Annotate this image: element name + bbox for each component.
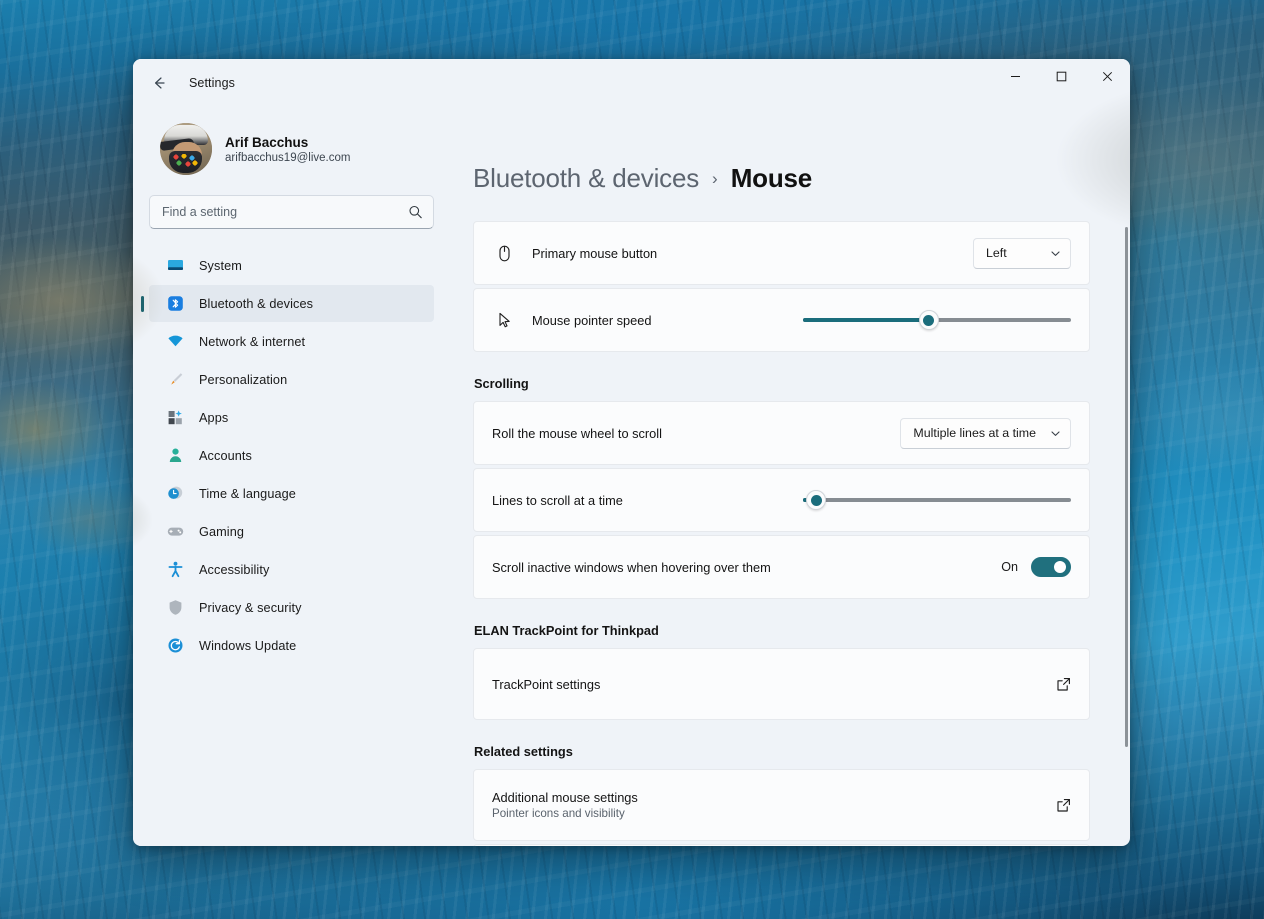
wheel-scroll-row: Roll the mouse wheel to scroll Multiple … — [473, 401, 1090, 465]
sidebar-item-system[interactable]: System — [149, 247, 434, 284]
elan-trackpoint-heading: ELAN TrackPoint for Thinkpad — [474, 623, 659, 638]
sidebar-item-bluetooth-devices[interactable]: Bluetooth & devices — [149, 285, 434, 322]
window-controls — [992, 59, 1130, 107]
wifi-icon — [166, 333, 184, 351]
sidebar-item-accessibility[interactable]: Accessibility — [149, 551, 434, 588]
additional-mouse-settings-sublabel: Pointer icons and visibility — [492, 807, 625, 820]
desktop-wallpaper: Settings Arif Bacchus arifbacchus19@live… — [0, 0, 1264, 919]
trackpoint-settings-label: TrackPoint settings — [492, 676, 601, 692]
external-link-icon — [1056, 677, 1071, 692]
scroll-inactive-toggle[interactable] — [1031, 557, 1071, 577]
avatar — [160, 123, 212, 175]
primary-mouse-button-row: Primary mouse button Left — [473, 221, 1090, 285]
scroll-inactive-toggle-state: On — [1001, 560, 1018, 574]
maximize-icon — [1056, 71, 1066, 81]
slider-thumb[interactable] — [806, 490, 827, 510]
account-name: Arif Bacchus — [225, 134, 309, 150]
search-input[interactable] — [149, 195, 434, 229]
accessibility-icon — [166, 561, 184, 579]
primary-mouse-button-label: Primary mouse button — [532, 245, 658, 261]
primary-mouse-button-value: Left — [986, 246, 1007, 260]
monitor-icon — [166, 257, 184, 275]
mouse-icon — [492, 244, 516, 263]
breadcrumb-parent[interactable]: Bluetooth & devices — [473, 163, 699, 194]
slider-track — [803, 498, 1071, 502]
scroll-inactive-windows-label: Scroll inactive windows when hovering ov… — [492, 559, 771, 575]
cursor-arrow-icon — [492, 311, 516, 330]
slider-fill — [803, 318, 929, 322]
additional-mouse-settings-row[interactable]: Additional mouse settings Pointer icons … — [473, 769, 1090, 841]
window-title: Settings — [189, 76, 235, 90]
window-titlebar: Settings — [133, 59, 1130, 107]
toggle-knob — [1054, 561, 1066, 573]
close-button[interactable] — [1084, 59, 1130, 93]
sidebar-item-label: Bluetooth & devices — [199, 296, 314, 311]
mouse-pointer-speed-label: Mouse pointer speed — [532, 312, 652, 328]
sidebar-item-accounts[interactable]: Accounts — [149, 437, 434, 474]
apps-grid-icon — [166, 409, 184, 427]
lines-to-scroll-label: Lines to scroll at a time — [492, 492, 623, 508]
content-scrollbar[interactable] — [1125, 227, 1128, 747]
settings-window: Settings Arif Bacchus arifbacchus19@live… — [133, 59, 1130, 846]
account-section[interactable]: Arif Bacchus arifbacchus19@live.com — [149, 107, 434, 183]
paintbrush-icon — [166, 371, 184, 389]
sidebar-item-windows-update[interactable]: Windows Update — [149, 627, 434, 664]
sidebar-item-label: Accessibility — [199, 562, 270, 577]
person-icon — [166, 447, 184, 465]
sidebar-item-network-internet[interactable]: Network & internet — [149, 323, 434, 360]
back-button[interactable] — [143, 67, 175, 99]
scrolling-heading: Scrolling — [474, 376, 529, 391]
breadcrumb: Bluetooth & devices › Mouse — [473, 163, 1090, 194]
sidebar-item-label: System — [199, 258, 242, 273]
next-settings-row-partial[interactable] — [473, 844, 1090, 846]
sidebar-item-personalization[interactable]: Personalization — [149, 361, 434, 398]
minimize-icon — [1010, 75, 1020, 77]
clock-globe-icon — [166, 485, 184, 503]
lines-to-scroll-slider[interactable] — [803, 488, 1071, 512]
wheel-scroll-value: Multiple lines at a time — [913, 426, 1036, 440]
lines-to-scroll-row: Lines to scroll at a time — [473, 468, 1090, 532]
bluetooth-icon — [166, 295, 184, 313]
scroll-inactive-windows-row: Scroll inactive windows when hovering ov… — [473, 535, 1090, 599]
sidebar-item-label: Gaming — [199, 524, 245, 539]
sidebar-item-privacy-security[interactable]: Privacy & security — [149, 589, 434, 626]
sidebar-item-label: Personalization — [199, 372, 288, 387]
content-area: Bluetooth & devices › Mouse Primary mous — [450, 107, 1130, 846]
wheel-scroll-dropdown[interactable]: Multiple lines at a time — [900, 417, 1071, 449]
maximize-button[interactable] — [1038, 59, 1084, 93]
minimize-button[interactable] — [992, 59, 1038, 93]
sidebar-item-label: Windows Update — [199, 638, 297, 653]
update-refresh-icon — [166, 637, 184, 655]
related-settings-heading: Related settings — [474, 744, 573, 759]
chevron-down-icon — [1050, 428, 1061, 439]
chevron-down-icon — [1050, 248, 1061, 259]
breadcrumb-separator-icon: › — [712, 168, 718, 188]
sidebar-item-time-language[interactable]: Time & language — [149, 475, 434, 512]
additional-mouse-settings-label: Additional mouse settings — [492, 790, 638, 805]
search-container — [149, 195, 434, 229]
sidebar-item-label: Accounts — [199, 448, 252, 463]
sidebar-nav: System Bluetooth & devices Network & int… — [149, 247, 434, 664]
mouse-pointer-speed-slider[interactable] — [803, 308, 1071, 332]
sidebar-item-gaming[interactable]: Gaming — [149, 513, 434, 550]
wheel-scroll-label: Roll the mouse wheel to scroll — [492, 425, 662, 441]
gamepad-icon — [166, 523, 184, 541]
sidebar-item-label: Time & language — [199, 486, 296, 501]
trackpoint-settings-row[interactable]: TrackPoint settings — [473, 648, 1090, 720]
sidebar: Arif Bacchus arifbacchus19@live.com Find… — [133, 107, 450, 846]
account-email: arifbacchus19@live.com — [225, 151, 351, 164]
mouse-pointer-speed-row: Mouse pointer speed — [473, 288, 1090, 352]
back-arrow-icon — [155, 77, 165, 89]
sidebar-item-apps[interactable]: Apps — [149, 399, 434, 436]
sidebar-item-label: Apps — [199, 410, 229, 425]
external-link-icon — [1056, 798, 1071, 813]
slider-thumb[interactable] — [918, 310, 939, 330]
sidebar-item-label: Privacy & security — [199, 600, 302, 615]
close-icon — [1102, 71, 1112, 81]
sidebar-item-label: Network & internet — [199, 334, 306, 349]
primary-mouse-button-dropdown[interactable]: Left — [973, 237, 1071, 269]
shield-icon — [166, 599, 184, 617]
page-title: Mouse — [730, 163, 813, 193]
